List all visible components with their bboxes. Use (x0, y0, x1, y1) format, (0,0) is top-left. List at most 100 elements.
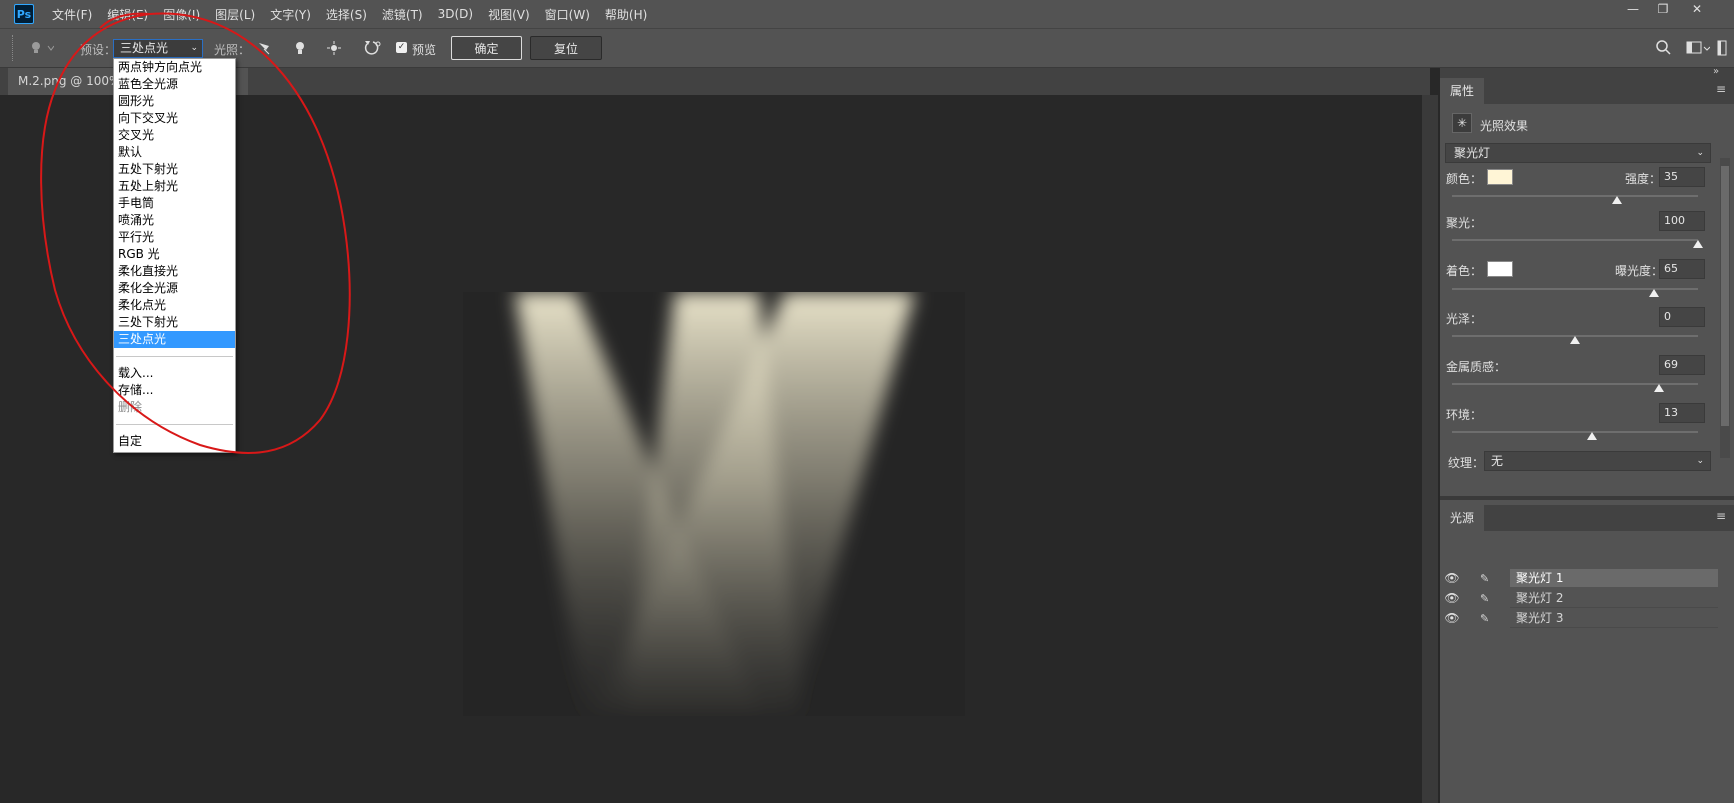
preset-select[interactable]: 三处点光 ⌄ (113, 39, 203, 58)
preset-option[interactable]: 柔化点光 (114, 297, 235, 314)
ok-button[interactable]: 确定 (451, 36, 522, 60)
preset-dropdown-menu: 两点钟方向点光 蓝色全光源 圆形光 向下交叉光 交叉光 默认 五处下射光 五处上… (113, 58, 236, 453)
metallic-label: 金属质感： (1446, 360, 1507, 374)
menu-select[interactable]: 选择(S) (326, 6, 367, 23)
color-label: 颜色： (1446, 172, 1483, 186)
menu-edit[interactable]: 编辑(E) (107, 6, 148, 23)
menu-file[interactable]: 文件(F) (52, 6, 92, 23)
menu-filter[interactable]: 滤镜(T) (382, 6, 423, 23)
preset-option[interactable]: 蓝色全光源 (114, 76, 235, 93)
menu-image[interactable]: 图像(I) (163, 6, 200, 23)
texture-label: 纹理： (1448, 456, 1485, 470)
preset-option[interactable]: 手电筒 (114, 195, 235, 212)
ambience-input[interactable]: 13 (1659, 403, 1705, 423)
preset-option[interactable]: 柔化全光源 (114, 280, 235, 297)
panel-menu-icon[interactable]: ≡ (1716, 82, 1726, 96)
menu-help[interactable]: 帮助(H) (605, 6, 647, 23)
eye-icon[interactable]: 👁 (1440, 591, 1464, 605)
tab-lights[interactable]: 光源 (1440, 505, 1485, 531)
menu-divider (116, 356, 233, 357)
metallic-input[interactable]: 69 (1659, 355, 1705, 375)
preset-option[interactable]: 三处下射光 (114, 314, 235, 331)
panel-toggle-icon[interactable] (1716, 39, 1730, 60)
lighting-effects-icon: ✳ (1452, 113, 1472, 133)
collapse-panels-icon[interactable]: » (1713, 66, 1719, 77)
menu-3d[interactable]: 3D(D) (438, 7, 473, 21)
chevron-down-icon: ⌄ (1696, 148, 1704, 158)
lights-tabstrip: 光源 ≡ (1440, 505, 1734, 531)
exposure-input[interactable]: 65 (1659, 259, 1705, 279)
spotlight-icon[interactable] (256, 40, 272, 59)
search-icon[interactable] (1655, 39, 1673, 60)
light-type-select[interactable]: 聚光灯 ⌄ (1445, 143, 1711, 163)
preset-option[interactable]: 向下交叉光 (114, 110, 235, 127)
preset-option[interactable]: 两点钟方向点光 (114, 59, 235, 76)
close-button[interactable]: ✕ (1678, 0, 1716, 18)
metallic-slider-thumb[interactable] (1653, 384, 1664, 392)
point-light-icon[interactable] (292, 40, 308, 59)
menu-view[interactable]: 视图(V) (488, 6, 530, 23)
preset-option[interactable]: 平行光 (114, 229, 235, 246)
photoshop-logo: Ps (14, 4, 34, 24)
workspace-icon[interactable] (1686, 40, 1711, 59)
preset-option[interactable]: 圆形光 (114, 93, 235, 110)
reset-button[interactable]: 复位 (530, 36, 602, 60)
preset-option[interactable]: RGB 光 (114, 246, 235, 263)
lightbulb-tool-icon[interactable] (24, 39, 55, 60)
preview-label: 预览 (412, 43, 437, 57)
hotspot-slider-track[interactable] (1452, 239, 1698, 241)
preset-option[interactable]: 五处上射光 (114, 178, 235, 195)
reset-light-icon[interactable] (362, 39, 382, 60)
light-row[interactable]: 👁 ✎ 聚光灯 3 (1440, 608, 1718, 628)
spotlight-icon: ✎ (1480, 571, 1490, 585)
gloss-slider-thumb[interactable] (1570, 336, 1580, 344)
gloss-input[interactable]: 0 (1659, 307, 1705, 327)
hotspot-input[interactable]: 100 (1659, 211, 1705, 231)
preset-option[interactable]: 五处下射光 (114, 161, 235, 178)
properties-scrollbar-thumb[interactable] (1721, 166, 1729, 426)
options-bar: 预设： 三处点光 ⌄ 光照： ✓ 预览 确定 复位 (0, 28, 1734, 68)
custom-preset-option[interactable]: 自定 (114, 433, 235, 450)
menu-type[interactable]: 文字(Y) (270, 6, 311, 23)
infinite-light-icon[interactable] (326, 40, 342, 59)
ambience-slider-thumb[interactable] (1587, 432, 1598, 440)
grip-handle[interactable] (12, 35, 14, 61)
colorize-color-swatch[interactable] (1487, 261, 1513, 277)
preview-checkbox[interactable]: ✓ (396, 42, 407, 53)
properties-scrollbar[interactable] (1720, 158, 1730, 458)
intensity-input[interactable]: 35 (1659, 167, 1705, 187)
ambience-slider-track[interactable] (1452, 431, 1698, 433)
eye-icon[interactable]: 👁 (1440, 571, 1464, 585)
preset-option[interactable]: 喷涌光 (114, 212, 235, 229)
exposure-label: 曝光度： (1615, 264, 1664, 278)
eye-icon[interactable]: 👁 (1440, 611, 1464, 625)
canvas-scrollbar[interactable] (1422, 95, 1438, 803)
panel-divider (1440, 496, 1734, 500)
delete-preset-option: 删除 (118, 400, 143, 414)
texture-select[interactable]: 无 ⌄ (1484, 451, 1711, 471)
preset-option-selected[interactable]: 三处点光 (114, 331, 235, 348)
panel-menu-icon[interactable]: ≡ (1716, 509, 1726, 523)
preset-option[interactable]: 默认 (114, 144, 235, 161)
lighting-preview-image[interactable] (463, 292, 965, 716)
exposure-slider-thumb[interactable] (1648, 289, 1659, 297)
menu-window[interactable]: 窗口(W) (545, 6, 590, 23)
maximize-button[interactable]: ❐ (1644, 0, 1682, 18)
light-row[interactable]: 👁 ✎ 聚光灯 2 (1440, 588, 1718, 608)
menu-layer[interactable]: 图层(L) (215, 6, 255, 23)
save-preset-option[interactable]: 存储... (114, 382, 235, 399)
light-color-swatch[interactable] (1487, 169, 1513, 185)
intensity-slider-track[interactable] (1452, 195, 1698, 197)
exposure-slider-track[interactable] (1452, 288, 1698, 290)
hotspot-slider-thumb[interactable] (1693, 240, 1703, 248)
load-preset-option[interactable]: 载入... (114, 365, 235, 382)
intensity-slider-thumb[interactable] (1611, 196, 1622, 204)
intensity-label: 强度： (1625, 172, 1662, 186)
preset-option[interactable]: 柔化直接光 (114, 263, 235, 280)
tab-properties[interactable]: 属性 (1440, 78, 1485, 104)
preset-option[interactable]: 交叉光 (114, 127, 235, 144)
properties-tabstrip: 属性 ≡ (1440, 78, 1734, 104)
preset-label: 预设： (80, 43, 117, 57)
light-row[interactable]: 👁 ✎ 聚光灯 1 (1440, 568, 1718, 588)
menu-bar: Ps 文件(F) 编辑(E) 图像(I) 图层(L) 文字(Y) 选择(S) 滤… (0, 0, 1734, 28)
